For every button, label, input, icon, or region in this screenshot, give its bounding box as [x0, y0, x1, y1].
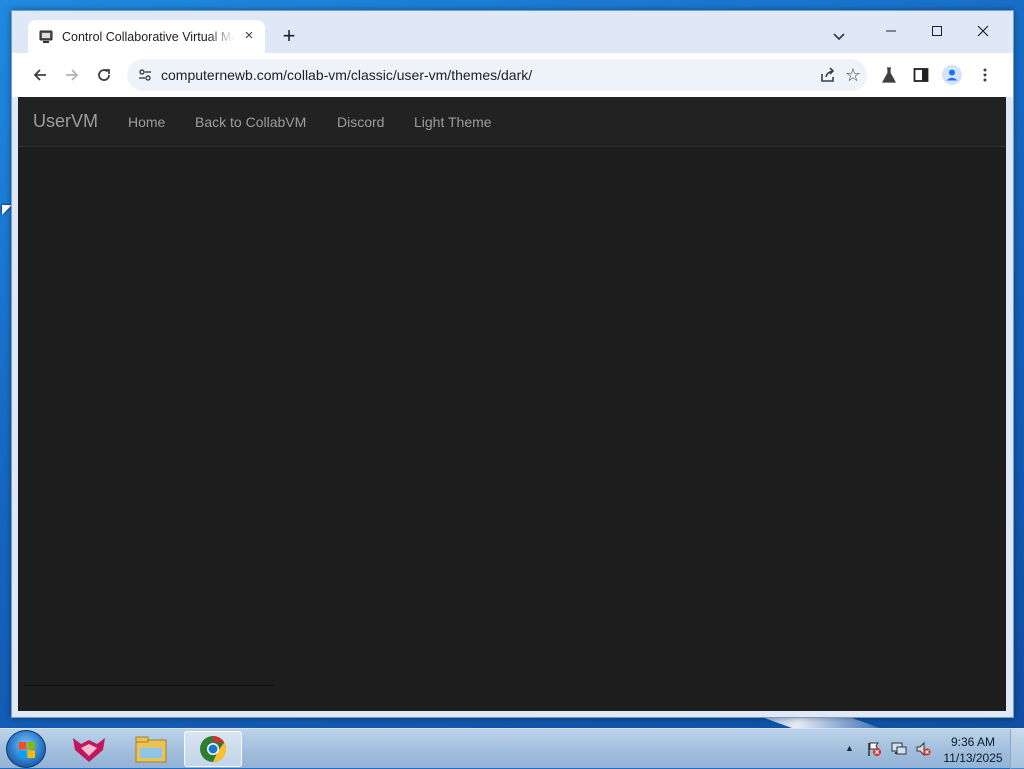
brand-link[interactable]: UserVM — [33, 111, 98, 132]
nav-link-light-theme[interactable]: Light Theme — [414, 114, 492, 130]
maximize-button[interactable] — [914, 17, 960, 45]
kebab-menu-icon[interactable] — [974, 64, 996, 86]
chrome-icon[interactable] — [184, 731, 242, 767]
computer-icon — [38, 29, 54, 45]
nav-link-discord[interactable]: Discord — [337, 114, 384, 130]
action-center-icon[interactable] — [866, 741, 882, 757]
side-panel-icon[interactable] — [910, 64, 932, 86]
tray-expand-icon[interactable]: ▲ — [845, 743, 854, 753]
tune-icon[interactable] — [137, 67, 153, 83]
clock-date: 11/13/2025 — [943, 751, 1003, 765]
address-bar[interactable]: computernewb.com/collab-vm/classic/user-… — [127, 59, 867, 91]
chevron-down-icon[interactable] — [830, 27, 848, 45]
star-icon[interactable]: ☆ — [843, 65, 863, 85]
volume-muted-icon[interactable] — [915, 741, 931, 757]
nav-link-home[interactable]: Home — [128, 114, 165, 130]
url-text[interactable]: computernewb.com/collab-vm/classic/user-… — [161, 67, 532, 83]
profile-icon[interactable] — [941, 64, 963, 86]
divider — [24, 685, 274, 686]
collabvm-fox-icon[interactable] — [60, 731, 118, 767]
flask-icon[interactable] — [878, 64, 900, 86]
file-explorer-icon[interactable] — [122, 731, 180, 767]
new-tab-button[interactable]: + — [278, 25, 300, 47]
browser-window: Control Collaborative Virtual Machines ×… — [11, 10, 1014, 718]
reload-icon[interactable] — [93, 64, 115, 86]
nav-link-back-to-collabvm[interactable]: Back to CollabVM — [195, 114, 306, 130]
minimize-button[interactable] — [868, 17, 914, 45]
share-icon[interactable] — [819, 66, 837, 84]
network-icon[interactable] — [891, 741, 907, 757]
close-window-button[interactable] — [960, 17, 1006, 45]
tab-title: Control Collaborative Virtual Machines — [62, 29, 234, 44]
taskbar: ▲ 9:36 AM 11/13/2025 — [0, 728, 1024, 769]
tab-active[interactable]: Control Collaborative Virtual Machines × — [28, 20, 265, 53]
system-clock[interactable]: 9:36 AM 11/13/2025 — [938, 734, 1008, 766]
forward-arrow-icon[interactable] — [61, 64, 83, 86]
browser-toolbar: computernewb.com/collab-vm/classic/user-… — [12, 53, 1013, 97]
page-viewport: UserVM Home Back to CollabVM Discord Lig… — [18, 97, 1006, 711]
show-desktop-button[interactable] — [1010, 729, 1024, 769]
tab-strip: Control Collaborative Virtual Machines ×… — [12, 11, 1013, 53]
start-button[interactable] — [6, 730, 46, 768]
close-tab-icon[interactable]: × — [241, 28, 257, 44]
site-navbar: UserVM Home Back to CollabVM Discord Lig… — [18, 97, 1006, 147]
clock-time: 9:36 AM — [950, 735, 996, 749]
back-arrow-icon[interactable] — [29, 64, 51, 86]
windows-logo-icon — [19, 742, 35, 758]
